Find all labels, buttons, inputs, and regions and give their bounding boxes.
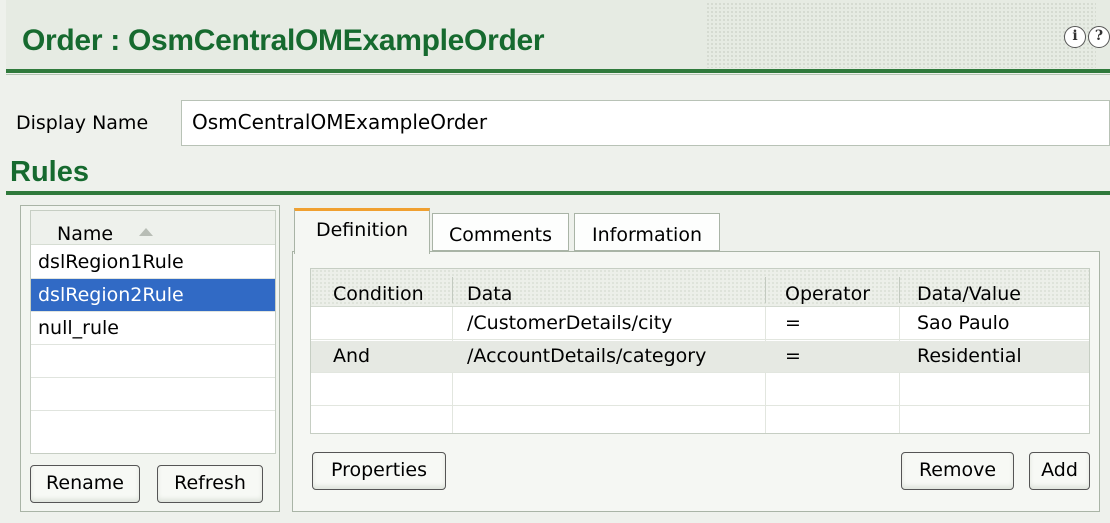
tab-definition[interactable]: Definition <box>294 208 430 254</box>
conditions-table: Condition Data Operator Data/Value /Cust… <box>310 268 1090 434</box>
sort-ascending-icon <box>139 228 153 236</box>
list-item-null-rule[interactable]: null_rule <box>31 312 275 345</box>
table-row[interactable]: /CustomerDetails/city = Sao Paulo <box>311 308 1089 340</box>
header-icons: i ? <box>1064 26 1110 48</box>
refresh-button[interactable]: Refresh <box>157 465 263 503</box>
column-header-operator[interactable]: Operator <box>785 283 870 305</box>
cell-condition: And <box>333 345 371 367</box>
rules-section-title: Rules <box>10 156 89 188</box>
header-divider-shadow <box>6 74 1110 75</box>
name-column-label: Name <box>57 223 114 245</box>
list-item-dslregion1rule[interactable]: dslRegion1Rule <box>31 246 275 279</box>
help-icon[interactable]: ? <box>1088 26 1110 48</box>
remove-button[interactable]: Remove <box>901 452 1014 490</box>
rename-button[interactable]: Rename <box>30 465 140 503</box>
list-item-empty <box>31 378 275 411</box>
rules-list[interactable]: Name dslRegion1Rule dslRegion2Rule null_… <box>30 210 276 454</box>
list-item-dslregion2rule[interactable]: dslRegion2Rule <box>31 279 275 312</box>
tab-comments[interactable]: Comments <box>432 213 569 251</box>
page-title: Order : OsmCentralOMExampleOrder <box>22 24 545 57</box>
display-name-field[interactable]: OsmCentralOMExampleOrder <box>181 100 1110 146</box>
header-divider <box>6 69 1110 73</box>
list-item-empty <box>31 345 275 378</box>
list-column-header[interactable]: Name <box>31 211 275 245</box>
info-icon[interactable]: i <box>1064 26 1086 48</box>
editor-header: Order : OsmCentralOMExampleOrder <box>6 0 1110 70</box>
rules-divider <box>6 191 1110 195</box>
cell-data-value: Residential <box>917 345 1022 367</box>
table-row-empty <box>311 374 1089 406</box>
header-texture <box>706 2 1096 68</box>
cell-operator: = <box>785 345 801 367</box>
list-item-empty <box>31 411 275 444</box>
tab-information[interactable]: Information <box>574 213 720 251</box>
column-separator <box>452 277 453 303</box>
cell-data: /CustomerDetails/city <box>467 312 673 334</box>
column-separator <box>899 277 900 303</box>
table-row[interactable]: And /AccountDetails/category = Residenti… <box>311 341 1089 373</box>
cell-operator: = <box>785 312 801 334</box>
cell-data: /AccountDetails/category <box>467 345 707 367</box>
display-name-label: Display Name <box>16 112 149 134</box>
properties-button[interactable]: Properties <box>312 452 446 490</box>
column-header-data[interactable]: Data <box>467 283 512 305</box>
table-row-empty <box>311 407 1089 439</box>
add-button[interactable]: Add <box>1029 452 1090 490</box>
cell-data-value: Sao Paulo <box>917 312 1010 334</box>
order-editor: Order : OsmCentralOMExampleOrder i ? Dis… <box>0 0 1110 523</box>
column-header-data-value[interactable]: Data/Value <box>917 283 1021 305</box>
table-header: Condition Data Operator Data/Value <box>311 269 1089 307</box>
column-header-condition[interactable]: Condition <box>333 283 424 305</box>
column-separator <box>765 277 766 303</box>
